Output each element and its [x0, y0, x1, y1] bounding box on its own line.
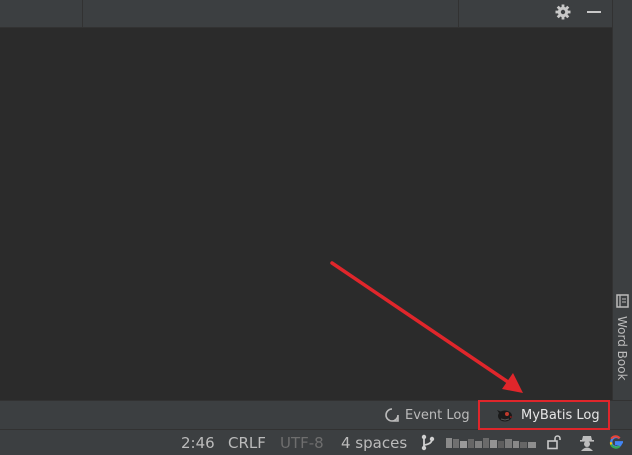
indent-widget[interactable]: 4 spaces — [341, 433, 407, 453]
toolbar-divider — [458, 0, 459, 27]
caret-position[interactable]: 2:46 — [181, 433, 215, 453]
ide-window: Word Book Event Log MyBatis Log 2:46 CRL… — [0, 0, 632, 455]
redacted-branch-name[interactable] — [446, 436, 538, 450]
word-book-tool-button[interactable]: Word Book — [613, 292, 632, 392]
top-toolbar — [0, 0, 612, 28]
event-log-icon — [385, 408, 399, 422]
event-log-label: Event Log — [405, 407, 470, 423]
git-branch-icon[interactable] — [421, 434, 435, 451]
status-bar: 2:46 CRLF UTF-8 4 spaces — [0, 430, 632, 455]
toolbar-divider — [82, 0, 83, 27]
editor-area[interactable] — [0, 28, 612, 400]
mybatis-bird-icon — [497, 410, 513, 422]
gear-icon[interactable] — [553, 2, 573, 22]
encoding-widget[interactable]: UTF-8 — [280, 433, 324, 453]
lock-icon[interactable] — [546, 434, 562, 450]
event-log-button[interactable]: Event Log — [384, 401, 470, 429]
right-tool-stripe: Word Book — [612, 0, 632, 400]
word-book-label: Word Book — [615, 316, 629, 381]
mybatis-log-button[interactable]: MyBatis Log — [478, 400, 610, 430]
book-icon — [616, 294, 629, 308]
line-separator-widget[interactable]: CRLF — [228, 433, 266, 453]
minimize-icon[interactable] — [584, 2, 604, 22]
tool-window-bar: Event Log MyBatis Log — [0, 400, 632, 430]
inspector-icon[interactable] — [578, 433, 596, 451]
google-icon[interactable] — [607, 433, 625, 451]
mybatis-log-label: MyBatis Log — [521, 407, 600, 423]
